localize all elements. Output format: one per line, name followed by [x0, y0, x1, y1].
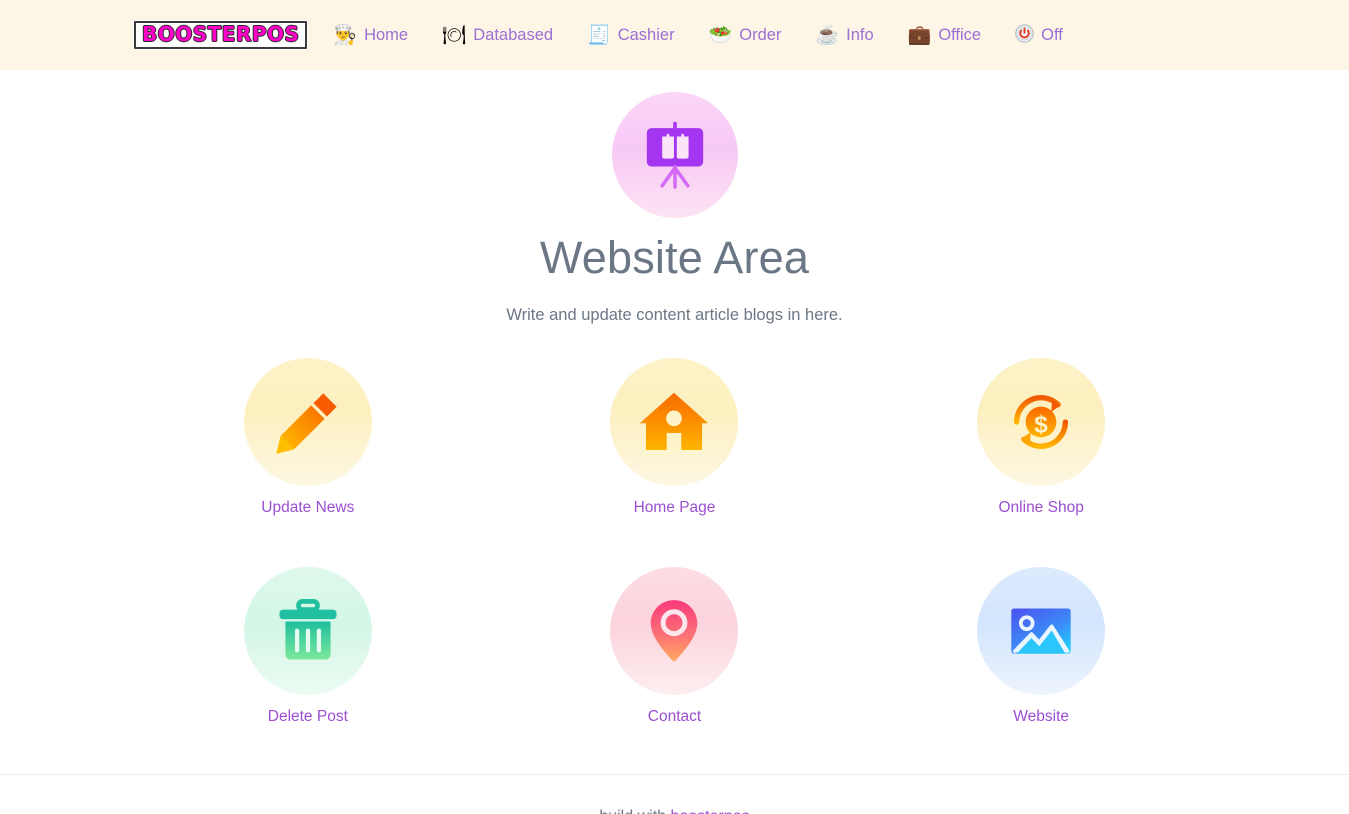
top-navigation-bar: BOOSTERPOS 👨‍🍳 Home 🍽 Databased 🧾 Cashie… — [0, 0, 1349, 70]
hero-icon-circle — [611, 92, 738, 218]
tile-label: Delete Post — [267, 708, 348, 725]
nav-item-label: Home — [364, 25, 409, 44]
page-title: Website Area — [539, 232, 810, 283]
tile-icon-circle — [243, 567, 372, 695]
nav-item-off[interactable]: Off — [1015, 23, 1063, 47]
tile-icon-circle — [610, 358, 739, 486]
nav-item-label: Cashier — [617, 25, 675, 44]
footer-text: build with — [599, 808, 666, 814]
map-pin-icon — [651, 600, 698, 662]
tile-home-page[interactable]: Home Page — [491, 358, 858, 517]
tile-website[interactable]: Website — [858, 567, 1225, 726]
tile-icon-circle — [977, 567, 1106, 695]
dollar-refresh-icon: $ — [1014, 395, 1069, 449]
presentation-board-icon — [646, 121, 703, 189]
tile-icon-circle: $ — [977, 358, 1106, 486]
plate-cutlery-icon: 🍽 — [442, 24, 467, 46]
tile-online-shop[interactable]: $ Online Shop — [858, 358, 1225, 517]
power-button-glyph — [1015, 23, 1034, 43]
hero-section: Website Area Write and update content ar… — [0, 70, 1349, 325]
tile-update-news[interactable]: Update News — [125, 358, 492, 517]
brand-logo[interactable]: BOOSTERPOS — [134, 21, 308, 49]
nav-item-label: Order — [739, 25, 782, 44]
nav-item-label: Off — [1041, 25, 1063, 44]
tile-contact[interactable]: Contact — [491, 567, 858, 726]
tile-label: Online Shop — [998, 499, 1084, 516]
nav-links: 👨‍🍳 Home 🍽 Databased 🧾 Cashier 🥗 Order ☕… — [333, 23, 1063, 47]
trash-can-icon — [279, 598, 337, 660]
food-tray-icon: 🥗 — [708, 24, 733, 46]
tile-icon-circle — [610, 567, 739, 695]
tile-label: Website — [1013, 708, 1070, 725]
teacup-icon: ☕ — [815, 24, 840, 46]
nav-item-office[interactable]: 💼 Office — [908, 26, 981, 45]
nav-item-label: Databased — [473, 25, 554, 44]
footer: build with boosterpos — [0, 775, 1349, 814]
nav-item-order[interactable]: 🥗 Order — [709, 26, 782, 45]
tile-label: Update News — [261, 499, 355, 516]
image-photo-icon — [1011, 608, 1071, 654]
tile-label: Contact — [647, 708, 702, 725]
nav-item-info[interactable]: ☕ Info — [815, 26, 873, 45]
power-button-icon — [1015, 23, 1034, 47]
nav-item-home[interactable]: 👨‍🍳 Home — [333, 26, 408, 45]
tile-delete-post[interactable]: Delete Post — [125, 567, 492, 726]
shortcut-grid: Update News Home Page $ Online Shop Dele… — [125, 358, 1225, 726]
nav-item-label: Info — [846, 25, 874, 44]
house-icon — [640, 392, 709, 451]
tile-label: Home Page — [633, 499, 716, 516]
footer-brand-link[interactable]: boosterpos — [670, 808, 749, 814]
chef-hat-icon: 👨‍🍳 — [333, 24, 358, 46]
cash-register-icon: 🧾 — [587, 24, 611, 46]
page-subtitle: Write and update content article blogs i… — [506, 306, 843, 324]
nav-item-label: Office — [938, 25, 982, 44]
tile-icon-circle — [243, 358, 372, 486]
nav-item-cashier[interactable]: 🧾 Cashier — [587, 26, 675, 45]
brand-logo-text: BOOSTERPOS — [141, 22, 300, 46]
briefcase-icon: 💼 — [907, 24, 932, 46]
pencil-icon — [276, 393, 337, 454]
svg-text:$: $ — [1034, 411, 1048, 438]
nav-item-databased[interactable]: 🍽 Databased — [442, 26, 553, 45]
